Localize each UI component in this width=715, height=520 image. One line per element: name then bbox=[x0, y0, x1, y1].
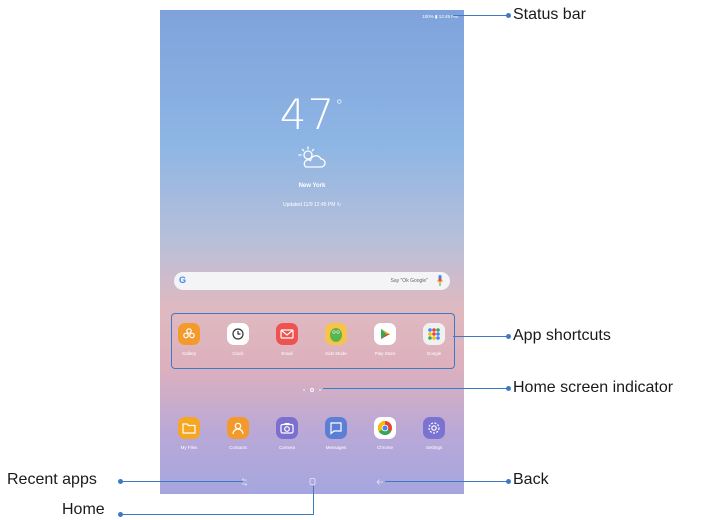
navigation-bar bbox=[241, 478, 383, 486]
google-logo-icon: G bbox=[179, 275, 187, 285]
status-bar-label: Status bar bbox=[513, 6, 586, 23]
dock-settings[interactable]: Settings bbox=[414, 417, 454, 450]
app-shortcuts-callout-line bbox=[453, 336, 508, 337]
app-label: Messages bbox=[325, 445, 347, 450]
home-label: Home bbox=[62, 501, 105, 518]
clock-icon bbox=[227, 323, 249, 345]
weather-city: New York bbox=[298, 183, 326, 189]
app-clock[interactable]: Clock bbox=[218, 323, 258, 356]
home-indicator-callout-line bbox=[323, 388, 508, 389]
status-bar-callout-line bbox=[453, 15, 508, 16]
folder-icon bbox=[178, 417, 200, 439]
search-hint: Say "Ok Google" bbox=[390, 278, 428, 284]
home-callout-vline bbox=[313, 486, 314, 515]
app-google-folder[interactable]: Google bbox=[414, 323, 454, 356]
contacts-icon bbox=[227, 417, 249, 439]
callout-dot bbox=[506, 479, 511, 484]
updated-text: Updated 11/9 12:45 PM bbox=[282, 202, 336, 208]
callout-dot bbox=[506, 13, 511, 18]
back-label: Back bbox=[513, 471, 549, 488]
callout-dot bbox=[118, 479, 123, 484]
app-label: My Files bbox=[180, 445, 198, 450]
camera-icon bbox=[276, 417, 298, 439]
recent-apps-button[interactable] bbox=[241, 478, 248, 486]
google-folder-icon bbox=[423, 323, 445, 345]
back-button[interactable] bbox=[376, 479, 383, 485]
home-indicator-label: Home screen indicator bbox=[513, 379, 674, 396]
app-label: Play Store bbox=[374, 351, 396, 356]
back-callout-line bbox=[385, 481, 508, 482]
callout-dot bbox=[118, 512, 123, 517]
app-label: Chrome bbox=[376, 445, 393, 450]
app-label: Settings bbox=[425, 445, 443, 450]
app-label: Clock bbox=[232, 351, 244, 356]
dock-chrome[interactable]: Chrome bbox=[365, 417, 405, 450]
refresh-icon[interactable]: ↻ bbox=[337, 202, 341, 208]
dock-camera[interactable]: Camera bbox=[267, 417, 307, 450]
messages-icon bbox=[325, 417, 347, 439]
callout-dot bbox=[506, 386, 511, 391]
app-shortcuts-outline bbox=[171, 313, 455, 369]
app-label: Email bbox=[281, 351, 293, 356]
app-email[interactable]: Email bbox=[267, 323, 307, 356]
play-store-icon bbox=[374, 323, 396, 345]
app-play-store[interactable]: Play Store bbox=[365, 323, 405, 356]
app-label: Google bbox=[426, 351, 442, 356]
home-screen-indicator[interactable] bbox=[300, 387, 324, 393]
dock-messages[interactable]: Messages bbox=[316, 417, 356, 450]
dock-my-files[interactable]: My Files bbox=[169, 417, 209, 450]
kids-mode-icon bbox=[325, 323, 347, 345]
partly-sunny-icon bbox=[298, 146, 326, 168]
callout-dot bbox=[506, 334, 511, 339]
tablet-screen: 100% ▮ 12:45 PM 47° New York Updated 11/… bbox=[160, 10, 464, 494]
recent-apps-label: Recent apps bbox=[7, 471, 97, 488]
app-kids-mode[interactable]: Kids Mode bbox=[316, 323, 356, 356]
settings-icon bbox=[423, 417, 445, 439]
app-label: Contacts bbox=[229, 445, 247, 450]
dock-contacts[interactable]: Contacts bbox=[218, 417, 258, 450]
microphone-icon[interactable] bbox=[437, 275, 443, 286]
app-label: Gallery bbox=[181, 351, 197, 356]
app-gallery[interactable]: Gallery bbox=[169, 323, 209, 356]
app-label: Camera bbox=[278, 445, 295, 450]
app-label: Kids Mode bbox=[325, 351, 347, 356]
weather-temperature[interactable]: 47° bbox=[160, 90, 464, 139]
google-search-bar[interactable]: G Say "Ok Google" bbox=[174, 272, 450, 290]
email-icon bbox=[276, 323, 298, 345]
gallery-icon bbox=[178, 323, 200, 345]
temperature-value: 47 bbox=[279, 90, 336, 139]
weather-updated[interactable]: Updated 11/9 12:45 PM ↻ bbox=[160, 202, 464, 208]
degree-symbol: ° bbox=[335, 96, 345, 115]
chrome-icon bbox=[374, 417, 396, 439]
app-shortcuts-label: App shortcuts bbox=[513, 327, 611, 344]
home-button[interactable] bbox=[309, 478, 316, 485]
home-callout-line bbox=[121, 514, 314, 515]
recent-apps-callout-line bbox=[121, 481, 243, 482]
